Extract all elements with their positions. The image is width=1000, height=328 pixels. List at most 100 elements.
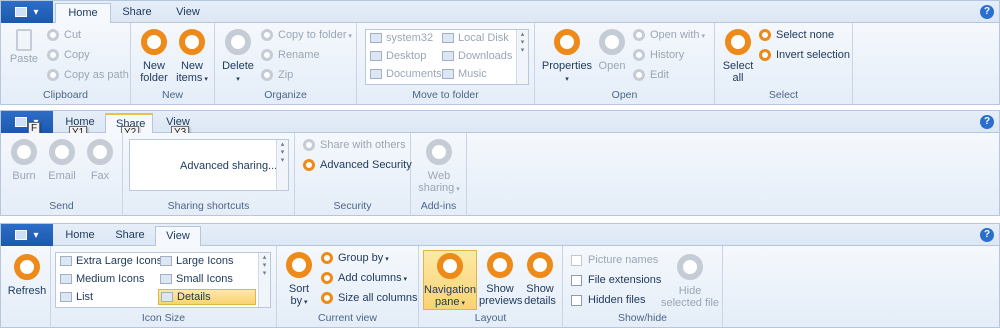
group-refresh: Refresh [1, 246, 51, 327]
history-button[interactable]: History [633, 49, 684, 62]
size-all-columns-button[interactable]: Size all columns [321, 292, 417, 305]
view-large-icons[interactable]: Large Icons [160, 255, 233, 267]
add-columns-button[interactable]: Add columns ▾ [321, 272, 408, 285]
open-with-button[interactable]: Open with ▾ [633, 29, 705, 42]
list-icon [60, 292, 72, 303]
refresh-button[interactable]: Refresh [7, 254, 47, 297]
new-folder-button[interactable]: New folder [137, 29, 171, 84]
tab-share[interactable]: Share [111, 3, 163, 24]
chevron-down-icon: ▾ [302, 299, 308, 306]
tab-share[interactable]: Share [105, 226, 155, 247]
icon-size-gallery[interactable]: Extra Large Icons Large Icons Medium Ico… [55, 252, 271, 308]
view-list[interactable]: List [60, 291, 93, 303]
navigation-pane-button[interactable]: Navigation pane ▾ [423, 250, 477, 310]
file-menu-button[interactable]: ▾ [1, 224, 53, 246]
show-details-button[interactable]: Show details [521, 252, 559, 307]
share-with-others-button[interactable]: Share with others [303, 139, 406, 152]
show-previews-button[interactable]: Show previews [479, 252, 522, 307]
view-extra-large-icons[interactable]: Extra Large Icons [60, 255, 162, 267]
group-organize: Delete ▾ Copy to folder ▾ Rename Zip Org… [215, 23, 357, 104]
file-menu-button[interactable]: ▾ [1, 111, 53, 133]
details-pane-icon [527, 252, 553, 278]
tab-home[interactable]: Home [55, 226, 105, 247]
cut-button[interactable]: Cut [47, 29, 81, 42]
gallery-scrollbar[interactable]: ▴ ▾ ▾ [516, 30, 528, 84]
share-icon [303, 139, 315, 152]
tab-view[interactable]: View [163, 3, 213, 24]
group-label: Clipboard [43, 89, 88, 101]
copy-to-icon [261, 29, 273, 42]
group-label: Layout [474, 312, 507, 324]
file-menu-button[interactable]: ▾ [1, 1, 53, 23]
fax-button[interactable]: Fax [83, 139, 117, 182]
advanced-sharing-item[interactable]: Advanced sharing... [180, 160, 277, 172]
sort-icon [286, 252, 312, 278]
zip-icon [261, 69, 273, 82]
group-label: Move to folder [412, 89, 479, 101]
group-label: Add-ins [420, 200, 457, 212]
gallery-item[interactable]: system32 [370, 32, 433, 44]
edit-button[interactable]: Edit [633, 69, 669, 82]
delete-button[interactable]: Delete ▾ [221, 29, 255, 86]
small-icons-icon [160, 274, 172, 285]
new-folder-icon [141, 29, 167, 55]
hidden-files-checkbox[interactable]: Hidden files [571, 294, 645, 306]
hide-icon [677, 254, 703, 280]
view-small-icons[interactable]: Small Icons [160, 273, 233, 285]
burn-button[interactable]: Burn [7, 139, 41, 182]
gallery-item[interactable]: Downloads [442, 50, 512, 62]
gallery-item[interactable]: Local Disk [442, 32, 509, 44]
copy-button[interactable]: Copy [47, 49, 90, 62]
invert-selection-button[interactable]: Invert selection [759, 49, 850, 62]
open-button[interactable]: Open [595, 29, 629, 72]
properties-button[interactable]: Properties ▾ [541, 29, 593, 86]
new-items-button[interactable]: New items ▾ [175, 29, 209, 86]
gallery-item[interactable]: Documents [370, 68, 442, 80]
select-none-icon [759, 29, 771, 42]
web-sharing-icon [426, 139, 452, 165]
move-to-gallery[interactable]: system32 Local Disk Desktop Downloads Do… [365, 29, 529, 85]
refresh-icon [14, 254, 40, 280]
picture-names-checkbox[interactable]: Picture names [571, 254, 658, 266]
window-icon [15, 7, 28, 17]
help-icon[interactable]: ? [980, 228, 994, 242]
documents-icon [370, 69, 382, 80]
tab-view[interactable]: View [155, 226, 201, 247]
gallery-item[interactable]: Music [442, 68, 487, 80]
extra-large-icons-icon [60, 256, 72, 267]
gallery-scrollbar[interactable]: ▴ ▾ ▾ [276, 140, 288, 190]
select-all-button[interactable]: Select all [721, 29, 755, 84]
gallery-item[interactable]: Desktop [370, 50, 426, 62]
email-button[interactable]: Email [45, 139, 79, 182]
tab-bar: ▾ Home Share View F Y1 Y2 Y3 ? [1, 111, 999, 140]
open-with-icon [633, 29, 645, 42]
copy-path-icon [47, 69, 59, 82]
view-medium-icons[interactable]: Medium Icons [60, 273, 144, 285]
web-sharing-button[interactable]: Web sharing ▾ [415, 139, 463, 196]
sharing-gallery[interactable]: Advanced sharing... ▴ ▾ ▾ [129, 139, 289, 191]
tab-home[interactable]: Home [55, 3, 111, 24]
group-label: Icon Size [141, 312, 186, 324]
file-extensions-checkbox[interactable]: File extensions [571, 274, 661, 286]
tab-bar: ▾ Home Share View ? [1, 1, 999, 24]
advanced-security-button[interactable]: Advanced Security [303, 159, 412, 172]
group-addins: Web sharing ▾ Add-ins [411, 133, 467, 215]
chevron-down-icon: ▾ [565, 76, 569, 83]
hide-selected-file-button[interactable]: Hide selected file [659, 254, 721, 309]
gallery-scrollbar[interactable]: ▴ ▾ ▾ [258, 253, 270, 307]
chevron-down-icon: ▾ [401, 276, 408, 283]
view-details[interactable]: Details [158, 289, 256, 305]
select-none-button[interactable]: Select none [759, 29, 834, 42]
group-label: Organize [264, 89, 307, 101]
paste-button[interactable]: Paste [7, 29, 41, 65]
copy-as-path-button[interactable]: Copy as path [47, 69, 129, 82]
ribbon-body: Paste Cut Copy Copy as path Clipboard Ne… [1, 23, 999, 104]
help-icon[interactable]: ? [980, 115, 994, 129]
help-icon[interactable]: ? [980, 5, 994, 19]
copy-to-folder-button[interactable]: Copy to folder ▾ [261, 29, 352, 42]
rename-button[interactable]: Rename [261, 49, 320, 62]
group-by-button[interactable]: Group by ▾ [321, 252, 389, 265]
zip-button[interactable]: Zip [261, 69, 293, 82]
sort-by-button[interactable]: Sort by ▾ [283, 252, 315, 309]
group-label: Open [611, 89, 638, 101]
